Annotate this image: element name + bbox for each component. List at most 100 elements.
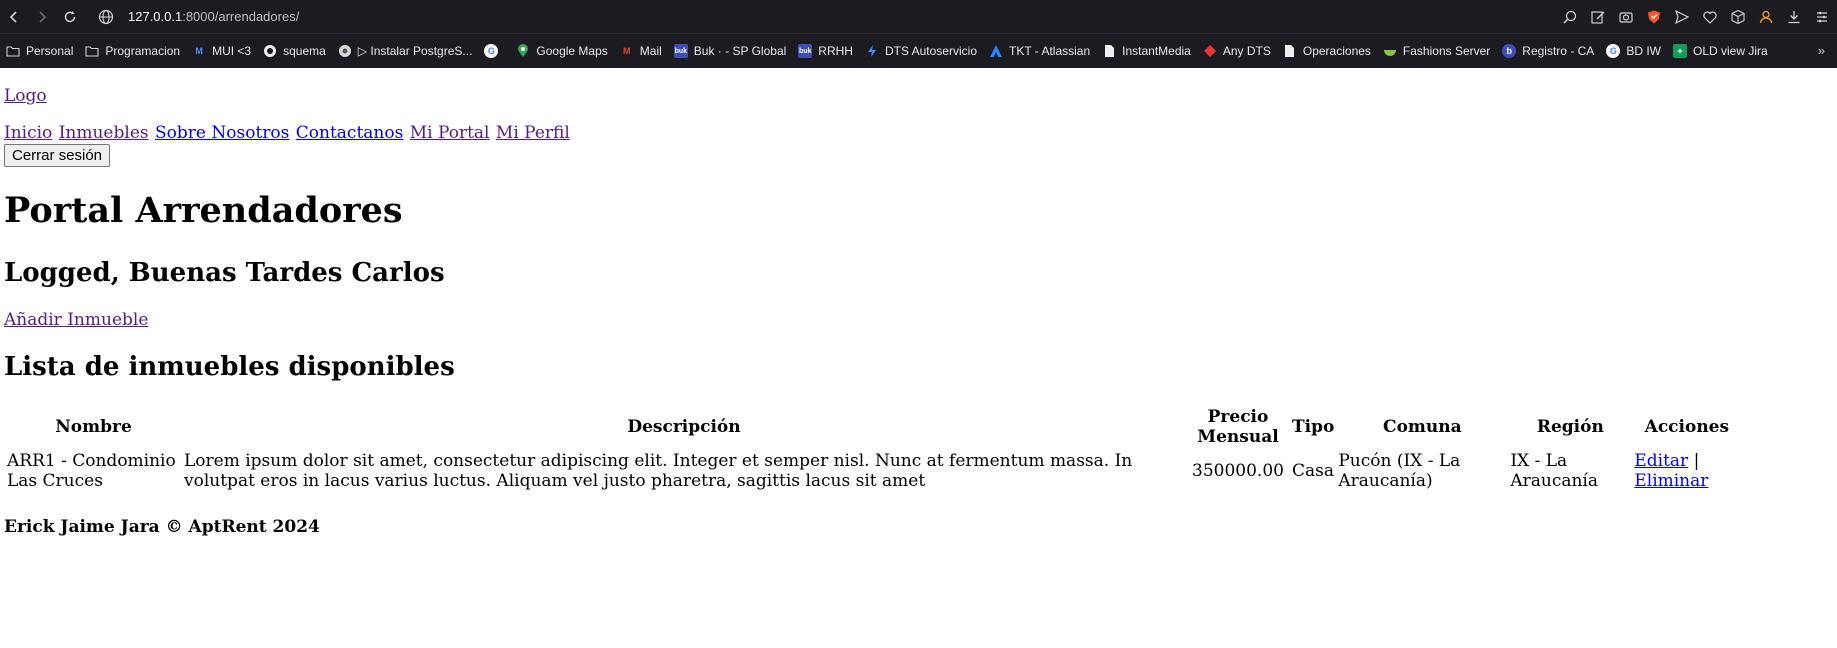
profile-icon[interactable] xyxy=(1757,8,1775,26)
bookmark-label: BD IW xyxy=(1626,44,1661,58)
bookmark-operaciones[interactable]: Operaciones xyxy=(1283,44,1371,58)
nav-sobre-nosotros[interactable]: Sobre Nosotros xyxy=(155,123,289,143)
delete-link[interactable]: Eliminar xyxy=(1634,471,1708,491)
bookmark-any-dts[interactable]: Any DTS xyxy=(1203,44,1271,58)
table-row: ARR1 - Condominio Las Cruces Lorem ipsum… xyxy=(6,450,1740,492)
heart-icon[interactable] xyxy=(1701,8,1719,26)
bookmark-dts-autoservicio[interactable]: DTS Autoservicio xyxy=(865,44,977,58)
add-property-link[interactable]: Añadir Inmueble xyxy=(4,310,148,330)
menu-icon[interactable] xyxy=(1813,8,1831,26)
page-content: Logo Inicio Inmuebles Sobre Nosotros Con… xyxy=(0,68,1837,537)
bookmark-label: OLD view Jira xyxy=(1693,44,1768,58)
github-icon xyxy=(263,44,277,58)
logo-link[interactable]: Logo xyxy=(4,86,47,106)
bookmark-registro-ca[interactable]: b Registro - CA xyxy=(1502,44,1594,58)
send-icon[interactable] xyxy=(1673,8,1691,26)
bookmarks-bar: Personal Programacion M MUI <3 squema ▷ I… xyxy=(0,33,1837,68)
column-header-region: Región xyxy=(1536,417,1604,437)
nav-mi-portal[interactable]: Mi Portal xyxy=(410,123,490,143)
cell-descripcion: Lorem ipsum dolor sit amet, consectetur … xyxy=(184,451,1133,491)
cell-region: IX - La Araucanía xyxy=(1510,451,1599,491)
cell-precio: 350000.00 xyxy=(1192,461,1284,481)
google-icon: G xyxy=(484,44,499,58)
bookmark-google-maps[interactable]: Google Maps xyxy=(516,44,608,58)
bookmark-rrhh[interactable]: buk RRHH xyxy=(798,44,853,58)
cell-acciones: Editar | Eliminar xyxy=(1633,450,1740,492)
bookmark-personal[interactable]: Personal xyxy=(6,44,73,58)
bookmark-mui[interactable]: M MUI <3 xyxy=(192,44,251,58)
browser-chrome: 127.0.0.1:8000/arrendadores/ Personal Pr… xyxy=(0,0,1837,68)
edit-link[interactable]: Editar xyxy=(1634,451,1688,471)
properties-table: Nombre Descripción Precio Mensual Tipo C… xyxy=(4,404,1742,494)
gmail-icon: M xyxy=(623,46,631,56)
column-header-precio: Precio Mensual xyxy=(1197,407,1279,447)
table-header-row: Nombre Descripción Precio Mensual Tipo C… xyxy=(6,406,1740,448)
maps-icon xyxy=(516,44,530,58)
shield-icon[interactable] xyxy=(1645,8,1663,26)
edit-icon[interactable] xyxy=(1589,8,1607,26)
nav-mi-perfil[interactable]: Mi Perfil xyxy=(496,123,570,143)
globe-icon xyxy=(338,44,352,58)
nav-inmuebles[interactable]: Inmuebles xyxy=(59,123,149,143)
bookmark-old-view-jira[interactable]: + OLD view Jira xyxy=(1673,44,1768,58)
browser-toolbar: 127.0.0.1:8000/arrendadores/ xyxy=(0,0,1837,33)
column-header-tipo: Tipo xyxy=(1292,417,1335,437)
bookmark-label: squema xyxy=(283,44,326,58)
google-icon: G xyxy=(1606,44,1621,58)
back-icon[interactable] xyxy=(0,3,28,31)
nav-inicio[interactable]: Inicio xyxy=(4,123,52,143)
column-header-descripcion: Descripción xyxy=(627,417,741,437)
buk-icon: buk xyxy=(673,44,688,58)
cell-tipo: Casa xyxy=(1292,461,1335,481)
folder-icon xyxy=(6,44,20,58)
bolt-icon xyxy=(865,44,879,58)
cube-icon[interactable] xyxy=(1729,8,1747,26)
bookmark-google[interactable]: G xyxy=(484,44,504,58)
bookmark-mail[interactable]: M Mail xyxy=(620,44,662,58)
bookmark-programacion[interactable]: Programacion xyxy=(85,44,180,58)
bookmark-instantmedia[interactable]: InstantMedia xyxy=(1102,44,1191,58)
bookmark-label: MUI <3 xyxy=(212,44,252,58)
bookmark-buk-sp[interactable]: buk Buk · - SP Global xyxy=(673,44,787,58)
bookmark-label: TKT - Atlassian xyxy=(1009,44,1091,58)
logout-button[interactable]: Cerrar sesión xyxy=(4,144,111,167)
bookmark-label: Mail xyxy=(639,44,662,58)
cell-comuna: Pucón (IX - La Araucanía) xyxy=(1338,451,1461,491)
address-bar[interactable]: 127.0.0.1:8000/arrendadores/ xyxy=(98,9,299,25)
bookmark-label: Programacion xyxy=(105,44,181,58)
bookmark-bd-iw[interactable]: G BD IW xyxy=(1606,44,1661,58)
action-separator: | xyxy=(1693,451,1700,471)
url-host: 127.0.0.1 xyxy=(128,9,183,24)
greeting-heading: Logged, Buenas Tardes Carlos xyxy=(4,258,445,288)
bookmark-label: ▷ Instalar PostgreS... xyxy=(357,44,473,58)
plus-icon: + xyxy=(1673,44,1687,58)
url-path: :8000/arrendadores/ xyxy=(182,9,300,24)
toolbar-actions xyxy=(1561,0,1831,33)
column-header-nombre: Nombre xyxy=(55,417,132,437)
bookmark-label: Personal xyxy=(26,44,74,58)
main-nav: Inicio Inmuebles Sobre Nosotros Contacta… xyxy=(4,123,1833,143)
bookmark-tkt-atlassian[interactable]: TKT - Atlassian xyxy=(989,44,1090,58)
diamond-icon xyxy=(1203,44,1217,58)
column-header-comuna: Comuna xyxy=(1383,417,1462,437)
zoom-icon[interactable] xyxy=(1561,8,1579,26)
bookmark-label: InstantMedia xyxy=(1122,44,1191,58)
chevron-right-icon[interactable]: » xyxy=(1818,43,1825,58)
cell-nombre: ARR1 - Condominio Las Cruces xyxy=(7,451,176,491)
bookmark-postgres[interactable]: ▷ Instalar PostgreS... xyxy=(338,44,473,58)
reload-icon[interactable] xyxy=(56,3,84,31)
bookmark-squema[interactable]: squema xyxy=(263,44,326,58)
mui-icon: M xyxy=(195,46,203,56)
bookmark-label: RRHH xyxy=(818,44,853,58)
folder-icon xyxy=(85,44,99,58)
download-icon[interactable] xyxy=(1785,8,1803,26)
bookmark-label: Buk · - SP Global xyxy=(693,44,787,58)
atlassian-icon xyxy=(989,44,1003,58)
bookmark-fashions-server[interactable]: Fashions Server xyxy=(1383,44,1490,58)
nav-contactanos[interactable]: Contactanos xyxy=(296,123,404,143)
page-icon xyxy=(1283,44,1297,58)
bookmark-label: Registro - CA xyxy=(1522,44,1595,58)
forward-icon[interactable] xyxy=(28,3,56,31)
page-icon xyxy=(1102,44,1116,58)
camera-icon[interactable] xyxy=(1617,8,1635,26)
